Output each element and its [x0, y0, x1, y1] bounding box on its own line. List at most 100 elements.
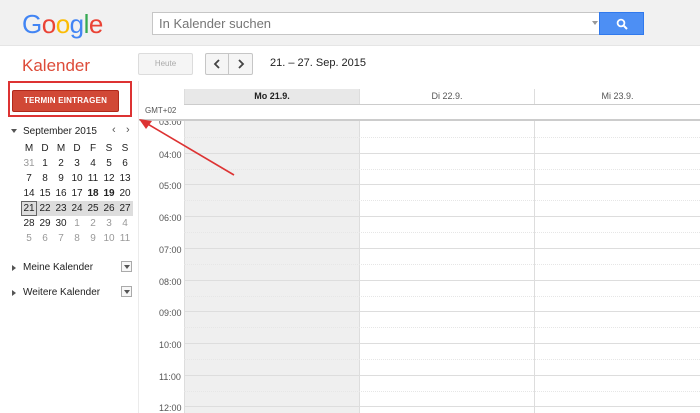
mini-calendar-day[interactable]: 7: [53, 231, 69, 246]
previous-period-button[interactable]: [205, 53, 229, 75]
top-bar: Google: [0, 0, 700, 46]
mini-calendar-day[interactable]: 25: [85, 201, 101, 216]
half-hour-line: [184, 264, 700, 265]
time-label: 11:00: [159, 372, 181, 382]
half-hour-line: [184, 169, 700, 170]
mini-calendar-day[interactable]: 10: [101, 231, 117, 246]
weekday-label: S: [105, 143, 113, 154]
mini-calendar-day[interactable]: 24: [69, 201, 85, 216]
search-input[interactable]: [153, 13, 573, 34]
day-column[interactable]: [359, 121, 534, 413]
time-label: 03:00: [159, 119, 182, 127]
mini-calendar-day[interactable]: 14: [21, 186, 37, 201]
mini-calendar-day[interactable]: 22: [37, 201, 53, 216]
chevron-left-icon: [213, 59, 220, 69]
weekday-label: D: [41, 143, 49, 154]
my-calendars-section[interactable]: Meine Kalender: [10, 261, 132, 273]
mini-calendar-day[interactable]: 12: [101, 171, 117, 186]
mini-calendar-day[interactable]: 2: [53, 156, 69, 171]
search-button[interactable]: [599, 12, 644, 35]
mini-calendar-day[interactable]: 8: [69, 231, 85, 246]
weekday-label: M: [56, 143, 66, 154]
time-grid[interactable]: 03:00 04:00 05:00 06:00 07:00 08:00 09:00 10:00…: [139, 119, 700, 413]
mini-calendar-day[interactable]: 29: [37, 216, 53, 231]
next-period-button[interactable]: [229, 53, 253, 75]
mini-calendar-day[interactable]: 7: [21, 171, 37, 186]
mini-calendar-day[interactable]: 6: [37, 231, 53, 246]
mini-calendar-day[interactable]: 2: [85, 216, 101, 231]
expand-icon: [12, 289, 16, 296]
hour-line: [184, 216, 700, 217]
weekday-label: D: [73, 143, 81, 154]
mini-calendar-day[interactable]: 31: [21, 156, 37, 171]
time-label: 05:00: [159, 181, 182, 191]
mini-calendar-day[interactable]: 20: [117, 186, 133, 201]
logo-letter: o: [41, 9, 56, 39]
half-hour-line: [184, 296, 700, 297]
mini-calendar-header: September 2015 ‹ ›: [10, 124, 138, 138]
mini-calendar-day[interactable]: 27: [117, 201, 133, 216]
time-label: 07:00: [159, 245, 182, 255]
mini-calendar-day[interactable]: 11: [117, 231, 133, 246]
mini-calendar-day[interactable]: 6: [117, 156, 133, 171]
mini-calendar-day[interactable]: 8: [37, 171, 53, 186]
my-calendars-label[interactable]: Meine Kalender: [23, 262, 93, 273]
mini-calendar-day[interactable]: 11: [85, 171, 101, 186]
hour-line: [184, 248, 700, 249]
day-header[interactable]: Mi 23.9.: [534, 89, 700, 104]
day-column[interactable]: [534, 121, 700, 413]
mini-calendar-day[interactable]: 4: [85, 156, 101, 171]
today-button[interactable]: Heute: [138, 53, 193, 75]
hour-line: [184, 184, 700, 185]
mini-calendar-day[interactable]: 23: [53, 201, 69, 216]
mini-calendar-day[interactable]: 26: [101, 201, 117, 216]
mini-calendar-day[interactable]: 16: [53, 186, 69, 201]
search-options-dropdown-icon[interactable]: [592, 21, 598, 25]
collapse-icon[interactable]: [11, 129, 17, 133]
mini-prev-month-icon[interactable]: ‹: [112, 124, 116, 136]
mini-calendar-day[interactable]: 1: [69, 216, 85, 231]
other-calendars-menu-icon[interactable]: [121, 286, 132, 297]
timezone-label: GMT+02: [145, 106, 177, 115]
mini-calendar-day[interactable]: 3: [101, 216, 117, 231]
mini-calendar-day[interactable]: 3: [69, 156, 85, 171]
mini-calendar-day[interactable]: 30: [53, 216, 69, 231]
time-label: 06:00: [159, 213, 182, 223]
other-calendars-section[interactable]: Weitere Kalender: [10, 286, 132, 298]
time-label: 09:00: [159, 308, 182, 318]
mini-calendar-day[interactable]: 5: [21, 231, 37, 246]
magnifier-icon: [616, 18, 628, 30]
app-title[interactable]: Kalender: [22, 56, 90, 76]
mini-calendar-day[interactable]: 15: [37, 186, 53, 201]
time-label: 08:00: [159, 277, 182, 287]
mini-calendar-day[interactable]: 4: [117, 216, 133, 231]
day-header[interactable]: Di 22.9.: [359, 89, 534, 104]
mini-calendar-day[interactable]: 28: [21, 216, 37, 231]
mini-calendar-day[interactable]: 21: [21, 201, 37, 216]
mini-calendar-day[interactable]: 13: [117, 171, 133, 186]
mini-calendar-day[interactable]: 9: [53, 171, 69, 186]
other-calendars-label[interactable]: Weitere Kalender: [23, 287, 100, 298]
mini-next-month-icon[interactable]: ›: [126, 124, 130, 136]
mini-calendar-day[interactable]: 9: [85, 231, 101, 246]
mini-calendar-month[interactable]: September 2015: [23, 126, 97, 137]
day-column[interactable]: [184, 121, 359, 413]
my-calendars-menu-icon[interactable]: [121, 261, 132, 272]
mini-calendar-day[interactable]: 1: [37, 156, 53, 171]
time-label: 10:00: [159, 340, 182, 350]
mini-calendar-day[interactable]: 5: [101, 156, 117, 171]
day-header[interactable]: Mo 21.9.: [184, 89, 359, 104]
mini-calendar-day[interactable]: 17: [69, 186, 85, 201]
search-box[interactable]: [152, 12, 604, 35]
mini-calendar-day[interactable]: 19: [101, 186, 117, 201]
half-hour-line: [184, 391, 700, 392]
mini-calendar-day[interactable]: 18: [85, 186, 101, 201]
mini-calendar: September 2015 ‹ › M D M D F S S 31 1 2 3 4 5 6 7 8 9 10 1…: [10, 124, 138, 246]
half-hour-line: [184, 200, 700, 201]
half-hour-line: [184, 327, 700, 328]
time-label: 04:00: [159, 150, 182, 160]
create-event-button[interactable]: TERMIN EINTRAGEN: [12, 90, 119, 112]
logo-letter: g: [69, 9, 84, 39]
mini-calendar-day[interactable]: 10: [69, 171, 85, 186]
google-logo[interactable]: Google: [22, 9, 103, 40]
